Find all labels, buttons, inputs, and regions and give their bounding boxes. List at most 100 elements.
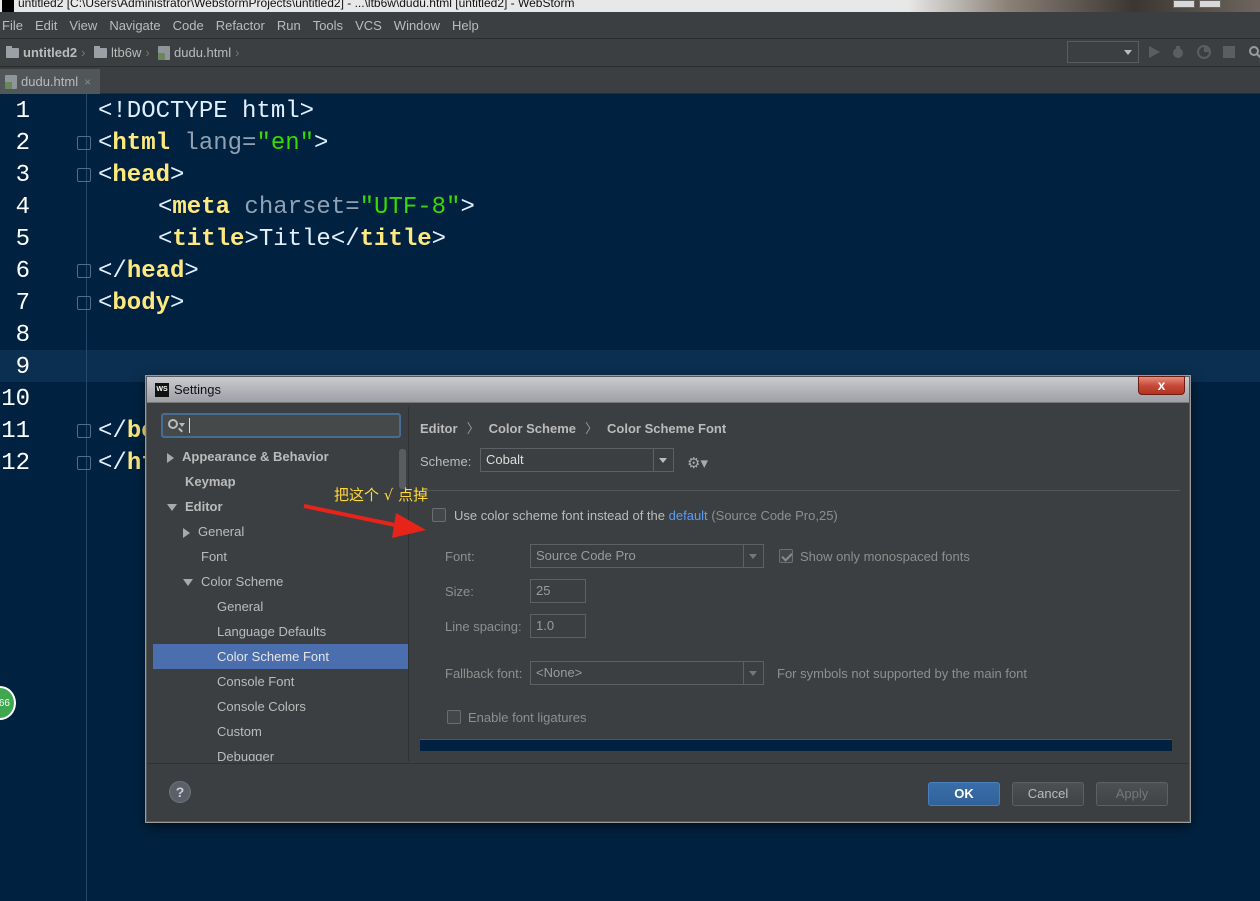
run-icon[interactable] [1147, 45, 1161, 59]
breadcrumb-folder-label: ltb6w [111, 45, 142, 60]
webstorm-icon: WS [155, 383, 169, 397]
scheme-select[interactable]: Cobalt [480, 448, 674, 472]
help-button[interactable]: ? [169, 781, 191, 803]
html-file-icon [158, 45, 170, 60]
settings-search-input[interactable] [161, 413, 401, 438]
fold-marker[interactable] [77, 296, 91, 310]
fold-marker[interactable] [77, 136, 91, 150]
tree-item-label: Custom [217, 724, 262, 739]
font-preview-area[interactable] [420, 739, 1172, 751]
token: < [158, 194, 173, 221]
dialog-title: Settings [174, 382, 221, 397]
fallback-font-label: Fallback font: [445, 666, 523, 681]
tree-item-console-colors[interactable]: Console Colors [153, 694, 408, 719]
tree-item-label: Editor [185, 499, 223, 514]
chevron-down-icon [743, 545, 763, 567]
editor-tab-bar: dudu.html × [0, 67, 1260, 94]
breadcrumb-folder[interactable]: ltb6w › [94, 45, 154, 60]
tree-item-label: General [217, 599, 264, 614]
font-select[interactable]: Source Code Pro [530, 544, 764, 568]
code-line-2: <html lang="en"> [98, 130, 328, 157]
token: < [98, 162, 113, 189]
search-everywhere-icon[interactable] [1248, 45, 1260, 59]
menu-file[interactable]: File [2, 18, 23, 33]
breadcrumb-project[interactable]: untitled2 › [6, 45, 90, 60]
size-label: Size: [445, 584, 474, 599]
collapse-arrow-icon [183, 579, 193, 587]
menu-help[interactable]: Help [452, 18, 479, 33]
menu-code[interactable]: Code [173, 18, 204, 33]
crumb-editor[interactable]: Editor [420, 421, 458, 436]
floating-badge[interactable]: 66 [0, 686, 16, 720]
size-input[interactable]: 25 [530, 579, 586, 603]
menu-vcs[interactable]: VCS [355, 18, 382, 33]
tree-item-font[interactable]: Font [153, 544, 408, 569]
text-cursor [189, 418, 190, 433]
fallback-font-select[interactable]: <None> [530, 661, 764, 685]
run-configuration-select[interactable] [1067, 41, 1139, 63]
html-file-icon [5, 74, 17, 89]
line-number: 10 [1, 386, 30, 413]
stop-icon[interactable] [1222, 45, 1236, 59]
tree-item-custom[interactable]: Custom [153, 719, 408, 744]
token: > [460, 194, 475, 221]
cancel-button[interactable]: Cancel [1012, 782, 1084, 806]
line-number: 4 [15, 194, 30, 221]
menu-edit[interactable]: Edit [35, 18, 57, 33]
code-line-1: <!DOCTYPE html> [98, 98, 314, 125]
line-number: 5 [15, 226, 30, 253]
attr-value: "UTF-8" [359, 194, 461, 221]
crumb-color-scheme-font: Color Scheme Font [607, 421, 727, 436]
tree-item-appearance[interactable]: Appearance & Behavior [153, 444, 408, 469]
fold-marker[interactable] [77, 168, 91, 182]
menu-navigate[interactable]: Navigate [109, 18, 160, 33]
tree-item-console-font[interactable]: Console Font [153, 669, 408, 694]
tree-item-cs-general[interactable]: General [153, 594, 408, 619]
token: >Title</ [244, 226, 360, 253]
gear-icon[interactable]: ⚙▾ [687, 454, 708, 472]
coverage-icon[interactable] [1197, 45, 1211, 59]
ligatures-checkbox[interactable] [447, 710, 461, 724]
tree-item-debugger[interactable]: Debugger [153, 744, 408, 761]
title-bar: untitled2 [C:\Users\Administrator\Websto… [0, 0, 1260, 12]
monospaced-checkbox[interactable] [779, 549, 793, 563]
line-number: 8 [15, 322, 30, 349]
tab-dudu-html[interactable]: dudu.html × [0, 69, 100, 94]
webstorm-icon [2, 0, 14, 12]
code-line-7: <body> [98, 290, 184, 317]
breadcrumb-file[interactable]: dudu.html › [158, 45, 243, 60]
debug-icon[interactable] [1171, 45, 1185, 59]
attr-name: lang= [170, 130, 257, 157]
settings-tree-panel: Appearance & Behavior Keymap Editor Gene… [153, 407, 409, 761]
menu-refactor[interactable]: Refactor [216, 18, 265, 33]
menu-run[interactable]: Run [277, 18, 301, 33]
default-font-link[interactable]: default [669, 508, 708, 523]
dialog-title-bar[interactable]: WS Settings x [147, 376, 1189, 403]
tree-item-color-scheme-font[interactable]: Color Scheme Font [153, 644, 408, 669]
tag-name: meta [172, 194, 231, 221]
tree-item-color-scheme[interactable]: Color Scheme [153, 569, 408, 594]
fold-marker[interactable] [77, 264, 91, 278]
minimize-button[interactable] [1173, 0, 1195, 8]
close-tab-icon[interactable]: × [84, 75, 91, 89]
menu-tools[interactable]: Tools [313, 18, 343, 33]
default-font-hint: (Source Code Pro,25) [711, 508, 838, 523]
menu-window[interactable]: Window [394, 18, 440, 33]
line-spacing-input[interactable]: 1.0 [530, 614, 586, 638]
token: < [98, 130, 113, 157]
tab-label: dudu.html [21, 74, 79, 89]
ok-button[interactable]: OK [928, 782, 1000, 806]
apply-button[interactable]: Apply [1096, 782, 1168, 806]
tree-item-language-defaults[interactable]: Language Defaults [153, 619, 408, 644]
menu-view[interactable]: View [69, 18, 97, 33]
fold-marker[interactable] [77, 424, 91, 438]
settings-breadcrumb: Editor 〉 Color Scheme 〉 Color Scheme Font [420, 418, 726, 437]
crumb-color-scheme[interactable]: Color Scheme [489, 421, 576, 436]
tree-item-label: Language Defaults [217, 624, 327, 639]
close-dialog-button[interactable]: x [1138, 376, 1185, 395]
fold-marker[interactable] [77, 456, 91, 470]
code-line-6: </head> [98, 258, 199, 285]
line-number: 3 [15, 162, 30, 189]
code-line-5: <title>Title</title> [158, 226, 446, 253]
maximize-button[interactable] [1199, 0, 1221, 8]
